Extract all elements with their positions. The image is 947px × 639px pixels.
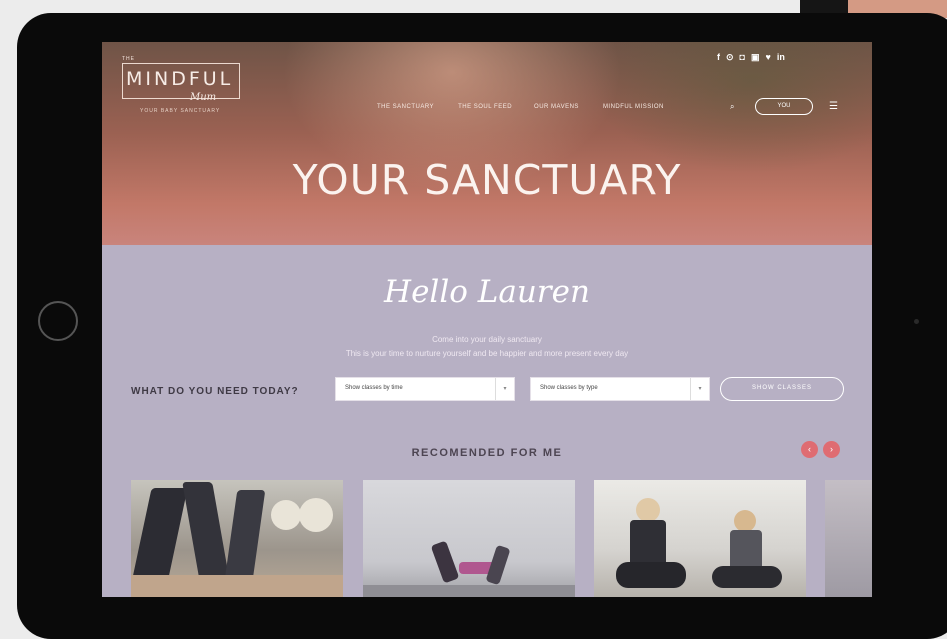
instagram-icon[interactable]: ◘ — [740, 51, 745, 63]
type-select-value: Show classes by type — [540, 385, 598, 391]
figure — [630, 520, 666, 566]
hero-title: YOUR SANCTUARY — [292, 156, 682, 204]
greeting-subtitle-1: Come into your daily sanctuary — [432, 335, 542, 344]
social-links: f ⊙ ◘ ▣ ♥ in — [717, 51, 785, 63]
filter-label: WHAT DO YOU NEED TODAY? — [131, 386, 299, 397]
carousel-next-button[interactable]: › — [823, 441, 840, 458]
site-logo[interactable]: THE MINDFUL Mum YOUR BABY SANCTUARY — [116, 54, 246, 120]
linkedin-icon[interactable]: in — [777, 51, 785, 63]
figure-legs — [131, 488, 188, 588]
youtube-icon[interactable]: ▣ — [751, 51, 760, 63]
logo-main-text: MINDFUL — [126, 68, 234, 90]
nav-item-sanctuary[interactable]: THE SANCTUARY — [377, 104, 434, 110]
figure — [430, 540, 460, 584]
search-icon[interactable]: ⌕ — [730, 102, 734, 112]
figure — [636, 498, 660, 522]
greeting-subtitle-2: This is your time to nurture yourself an… — [345, 349, 629, 358]
nav-item-soul-feed[interactable]: THE SOUL FEED — [458, 104, 512, 110]
home-button[interactable] — [38, 301, 78, 341]
chevron-down-icon: ▾ — [495, 378, 514, 400]
exercise-ball — [299, 498, 333, 532]
floor — [363, 585, 575, 597]
class-card-image[interactable] — [594, 480, 806, 597]
nav-item-mindful-mission[interactable]: MINDFUL MISSION — [603, 104, 664, 110]
twitter-icon[interactable]: ♥ — [766, 51, 771, 63]
class-card-image[interactable] — [825, 480, 872, 597]
figure — [730, 530, 762, 570]
figure-legs — [224, 490, 266, 580]
logo-tagline: YOUR BABY SANCTUARY — [140, 108, 221, 114]
exercise-ball — [271, 500, 301, 530]
menu-icon[interactable]: ☰ — [829, 101, 838, 112]
time-select[interactable]: Show classes by time ▾ — [335, 377, 515, 401]
show-classes-button[interactable]: SHOW CLASSES — [720, 377, 844, 401]
recommended-title: RECOMENDED FOR ME — [411, 447, 563, 459]
facebook-icon[interactable]: f — [717, 51, 720, 63]
figure — [616, 562, 686, 588]
carousel-prev-button[interactable]: ‹ — [801, 441, 818, 458]
figure — [734, 510, 756, 532]
class-card-image[interactable] — [363, 480, 575, 597]
logo-script-text: Mum — [190, 92, 217, 103]
yoga-mat — [131, 575, 343, 597]
nav-item-mavens[interactable]: OUR MAVENS — [534, 104, 579, 110]
pinterest-icon[interactable]: ⊙ — [726, 51, 734, 63]
greeting-title: Hello Lauren — [384, 274, 590, 310]
time-select-value: Show classes by time — [345, 385, 403, 391]
chevron-down-icon: ▾ — [690, 378, 709, 400]
figure-legs — [182, 482, 230, 582]
camera-icon — [914, 319, 919, 324]
type-select[interactable]: Show classes by type ▾ — [530, 377, 710, 401]
hero-banner: THE MINDFUL Mum YOUR BABY SANCTUARY f ⊙ … — [102, 42, 872, 245]
class-card-image[interactable] — [131, 480, 343, 597]
main-nav: THE SANCTUARY THE SOUL FEED OUR MAVENS M… — [377, 104, 664, 110]
figure — [712, 566, 782, 588]
logo-small-text: THE — [122, 56, 135, 62]
you-button[interactable]: YOU — [755, 98, 813, 115]
tablet-screen: THE MINDFUL Mum YOUR BABY SANCTUARY f ⊙ … — [102, 42, 872, 597]
